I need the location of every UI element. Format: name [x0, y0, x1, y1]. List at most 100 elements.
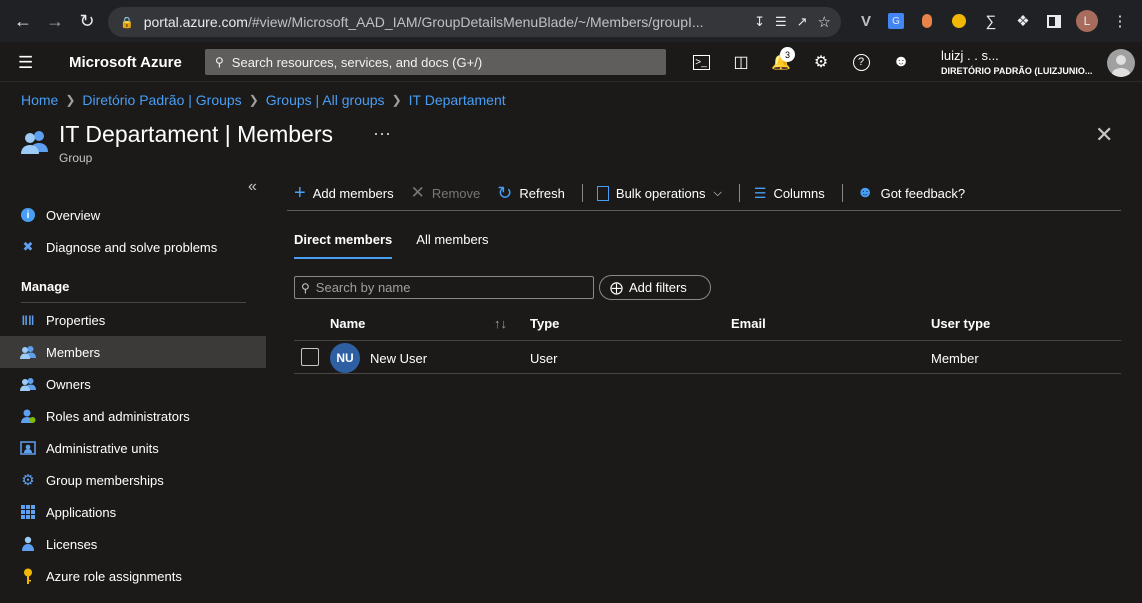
- toolbar-divider: [841, 184, 843, 202]
- close-x-icon: ✕: [410, 183, 425, 202]
- remove-label: Remove: [431, 185, 481, 201]
- feedback-button[interactable]: ☻ Got feedback?: [857, 184, 965, 202]
- cloud-shell-icon[interactable]: >_: [689, 50, 713, 74]
- wrench-icon: ✖: [22, 239, 34, 254]
- add-filters-label: Add filters: [629, 280, 687, 295]
- sidebar-item-administrative-units[interactable]: Administrative units: [0, 432, 266, 464]
- refresh-label: Refresh: [519, 185, 565, 201]
- back-icon[interactable]: ←: [7, 5, 39, 37]
- tab-all-members[interactable]: All members: [416, 232, 488, 259]
- properties-icon: ‖‖: [21, 312, 35, 328]
- member-tabs: Direct members All members: [294, 232, 513, 259]
- header-divider: [294, 340, 1121, 341]
- directory-filter-icon[interactable]: ◫: [729, 50, 753, 74]
- cell-type: User: [530, 351, 558, 366]
- search-by-name-input[interactable]: ⚲ Search by name: [294, 276, 594, 299]
- bookmark-star-icon[interactable]: ☆: [818, 13, 831, 31]
- plus-icon: +: [294, 181, 306, 204]
- sidebar-item-owners[interactable]: Owners: [0, 368, 266, 400]
- extension-m-icon[interactable]: ∑: [978, 8, 1004, 34]
- global-search-input[interactable]: ⚲ Search resources, services, and docs (…: [205, 49, 666, 75]
- add-filters-button[interactable]: ⨁ Add filters: [599, 275, 711, 300]
- column-header-user-type[interactable]: User type: [931, 316, 990, 331]
- extension-yellow-icon[interactable]: [946, 8, 972, 34]
- reload-icon[interactable]: ↻: [71, 5, 103, 37]
- sidebar-item-diagnose[interactable]: ✖ Diagnose and solve problems: [0, 231, 266, 263]
- cell-name[interactable]: New User: [370, 351, 427, 366]
- url-path: /#view/Microsoft_AAD_IAM/GroupDetailsMen…: [247, 14, 704, 30]
- sidebar-item-applications[interactable]: Applications: [0, 496, 266, 528]
- breadcrumb-home[interactable]: Home: [21, 92, 58, 108]
- sidebar-item-label: Licenses: [46, 536, 98, 552]
- breadcrumb-group[interactable]: IT Departament: [409, 92, 506, 108]
- info-icon: i: [20, 207, 36, 223]
- azure-header: ☰ Microsoft Azure ⚲ Search resources, se…: [0, 42, 1142, 82]
- sidebar-item-overview[interactable]: i Overview: [0, 199, 266, 231]
- avatar: NU: [330, 343, 360, 373]
- help-icon[interactable]: ?: [849, 50, 873, 74]
- chevron-down-icon: ⌵: [713, 186, 722, 199]
- toolbar-divider: [581, 184, 583, 202]
- close-icon[interactable]: ✕: [1095, 122, 1113, 148]
- address-bar[interactable]: 🔒 portal.azure.com/#view/Microsoft_AAD_I…: [108, 7, 841, 37]
- download-icon[interactable]: ↧: [754, 14, 765, 30]
- account-avatar[interactable]: [1107, 49, 1135, 77]
- breadcrumb-all-groups[interactable]: Groups | All groups: [266, 92, 385, 108]
- search-placeholder: Search by name: [315, 280, 411, 295]
- sidebar-item-label: Owners: [46, 376, 91, 392]
- sidebar-item-label: Administrative units: [46, 440, 159, 456]
- sidebar-item-roles[interactable]: Roles and administrators: [0, 400, 266, 432]
- refresh-icon: ↻: [497, 182, 513, 203]
- sort-icon[interactable]: ↑↓: [494, 316, 507, 331]
- sidebar-item-members[interactable]: Members: [0, 336, 266, 368]
- collapse-sidebar-icon[interactable]: «: [248, 178, 257, 196]
- toolbar-divider: [738, 184, 740, 202]
- sidebar-item-group-memberships[interactable]: ⚙ Group memberships: [0, 464, 266, 496]
- extension-orange-icon[interactable]: [914, 8, 940, 34]
- sidebar-item-azure-role-assignments[interactable]: Azure role assignments: [0, 560, 266, 592]
- share-icon[interactable]: ↗: [797, 14, 808, 30]
- bulk-operations-button[interactable]: Bulk operations ⌵: [596, 185, 722, 201]
- global-search-placeholder: Search resources, services, and docs (G+…: [231, 54, 483, 70]
- column-header-email[interactable]: Email: [731, 316, 766, 331]
- columns-label: Columns: [773, 185, 825, 201]
- document-icon: [596, 185, 609, 201]
- translate-extension-icon[interactable]: G: [883, 8, 909, 34]
- breadcrumb-directory-groups[interactable]: Diretório Padrão | Groups: [82, 92, 241, 108]
- cell-user-type: Member: [931, 351, 979, 366]
- owners-icon: [20, 376, 36, 392]
- column-header-type[interactable]: Type: [530, 316, 559, 331]
- refresh-button[interactable]: ↻ Refresh: [497, 183, 565, 204]
- add-members-button[interactable]: + Add members: [294, 182, 394, 205]
- forward-icon[interactable]: →: [39, 5, 71, 37]
- column-header-name[interactable]: Name: [330, 316, 365, 331]
- hamburger-menu-icon[interactable]: ☰: [18, 53, 33, 73]
- tab-direct-members[interactable]: Direct members: [294, 232, 393, 259]
- translate-icon[interactable]: ☰: [775, 14, 787, 30]
- chevron-right-icon: ❯: [391, 93, 402, 107]
- search-icon: ⚲: [215, 55, 224, 69]
- sidebar-item-label: Applications: [46, 504, 117, 520]
- remove-button[interactable]: ✕ Remove: [411, 183, 481, 203]
- profile-avatar[interactable]: L: [1074, 8, 1100, 34]
- sidebar-item-licenses[interactable]: Licenses: [0, 528, 266, 560]
- account-directory[interactable]: DIRETÓRIO PADRÃO (LUIZJUNIO...: [941, 66, 1092, 76]
- row-divider: [294, 373, 1121, 374]
- browser-menu-icon[interactable]: ⋮: [1107, 8, 1133, 34]
- account-name[interactable]: luizj . . s...: [941, 48, 999, 63]
- chevron-right-icon: ❯: [248, 93, 259, 107]
- more-options-icon[interactable]: ⋯: [373, 124, 391, 145]
- feedback-icon[interactable]: ☻: [889, 50, 913, 74]
- group-icon: [21, 131, 48, 154]
- side-panel-icon[interactable]: [1041, 8, 1067, 34]
- page-subtitle: Group: [59, 151, 93, 165]
- sidebar-item-properties[interactable]: ‖‖ Properties: [0, 304, 266, 336]
- settings-gear-icon[interactable]: ⚙: [809, 50, 833, 74]
- toolbar-divider-line: [287, 210, 1121, 211]
- sidebar-item-label: Roles and administrators: [46, 408, 190, 424]
- row-checkbox[interactable]: [301, 348, 319, 366]
- extensions-puzzle-icon[interactable]: ❖: [1010, 8, 1036, 34]
- vue-extension-icon[interactable]: V: [853, 8, 879, 34]
- columns-button[interactable]: ☰ Columns: [754, 185, 825, 202]
- brand-name[interactable]: Microsoft Azure: [69, 54, 182, 71]
